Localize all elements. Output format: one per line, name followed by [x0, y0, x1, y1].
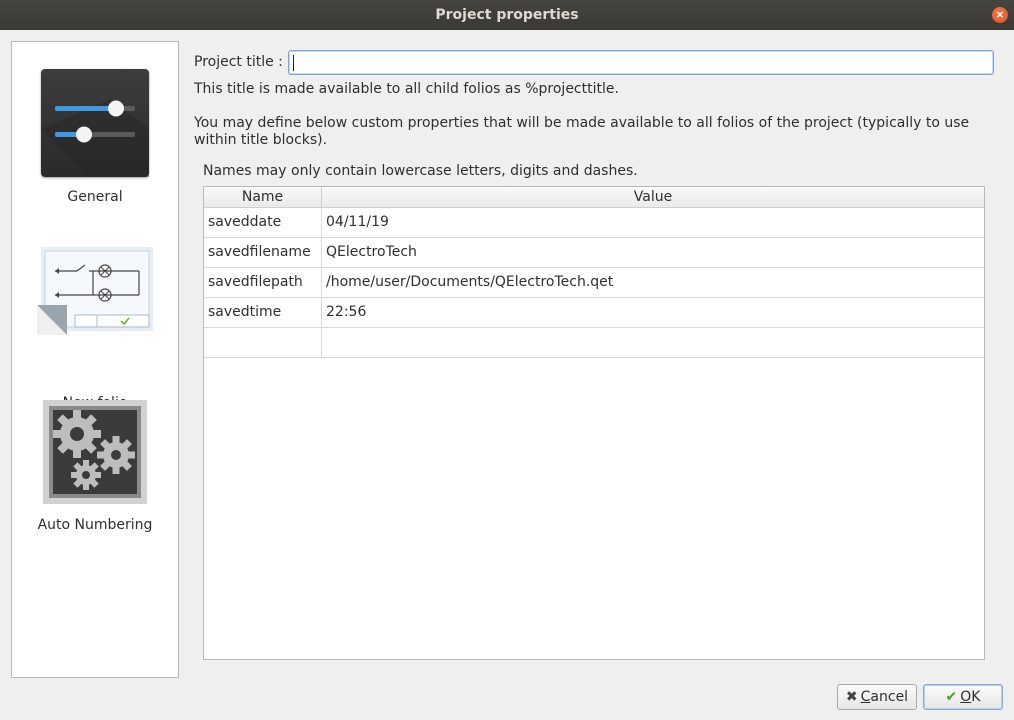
cell-value[interactable]: 22:56	[322, 298, 984, 328]
cancel-button[interactable]: ✖ Cancel	[837, 684, 917, 710]
ok-mnemonic: O	[960, 689, 972, 705]
cell-value[interactable]: 04/11/19	[322, 208, 984, 238]
properties-table: Name Value saveddate 04/11/19 savedfilen…	[203, 186, 985, 660]
cancel-mnemonic: C	[860, 689, 871, 705]
table-row-empty[interactable]	[204, 328, 984, 358]
table-row[interactable]: saveddate 04/11/19	[204, 208, 984, 238]
info-child-folios: This title is made available to all chil…	[194, 81, 619, 97]
table-header: Name Value	[204, 187, 984, 208]
project-title-label: Project title :	[194, 54, 283, 70]
sidebar-item-general[interactable]: General	[12, 42, 178, 222]
info-names-rule: Names may only contain lowercase letters…	[203, 163, 638, 179]
close-icon[interactable]: ×	[992, 7, 1008, 23]
cell-name[interactable]	[204, 328, 322, 358]
table-row[interactable]: savedtime 22:56	[204, 298, 984, 328]
sidebar-item-label: New folio	[62, 395, 128, 411]
sidebar-item-label: General	[67, 189, 123, 205]
folio-schematic-icon	[37, 245, 155, 335]
info-custom-properties: You may define below custom properties t…	[194, 115, 970, 148]
cancel-icon: ✖	[845, 689, 858, 705]
sidebar-item-label: Auto Numbering	[37, 517, 153, 533]
title-bar: Project properties ×	[0, 0, 1014, 30]
sidebar: General New folio Auto Numbering	[11, 41, 179, 678]
ok-label: K	[971, 689, 981, 705]
cell-name[interactable]: savedtime	[204, 298, 322, 328]
cell-name[interactable]: savedfilename	[204, 238, 322, 268]
cell-name[interactable]: saveddate	[204, 208, 322, 238]
cell-value[interactable]: QElectroTech	[322, 238, 984, 268]
sidebar-item-new-folio[interactable]: New folio	[12, 227, 178, 411]
text-caret	[293, 55, 294, 71]
column-header-value[interactable]: Value	[322, 187, 984, 208]
window-title: Project properties	[435, 7, 579, 23]
ok-button[interactable]: ✔ OK	[923, 684, 1003, 710]
table-row[interactable]: savedfilename QElectroTech	[204, 238, 984, 268]
checkmark-icon: ✔	[945, 689, 958, 705]
cancel-label: ancel	[870, 689, 909, 705]
gears-icon	[43, 400, 147, 504]
cell-name[interactable]: savedfilepath	[204, 268, 322, 298]
cell-value[interactable]: /home/user/Documents/QElectroTech.qet	[322, 268, 984, 298]
column-header-name[interactable]: Name	[204, 187, 322, 208]
sliders-icon	[41, 69, 149, 177]
cell-value[interactable]	[322, 328, 984, 358]
project-title-input[interactable]	[288, 50, 994, 75]
table-row[interactable]: savedfilepath /home/user/Documents/QElec…	[204, 268, 984, 298]
